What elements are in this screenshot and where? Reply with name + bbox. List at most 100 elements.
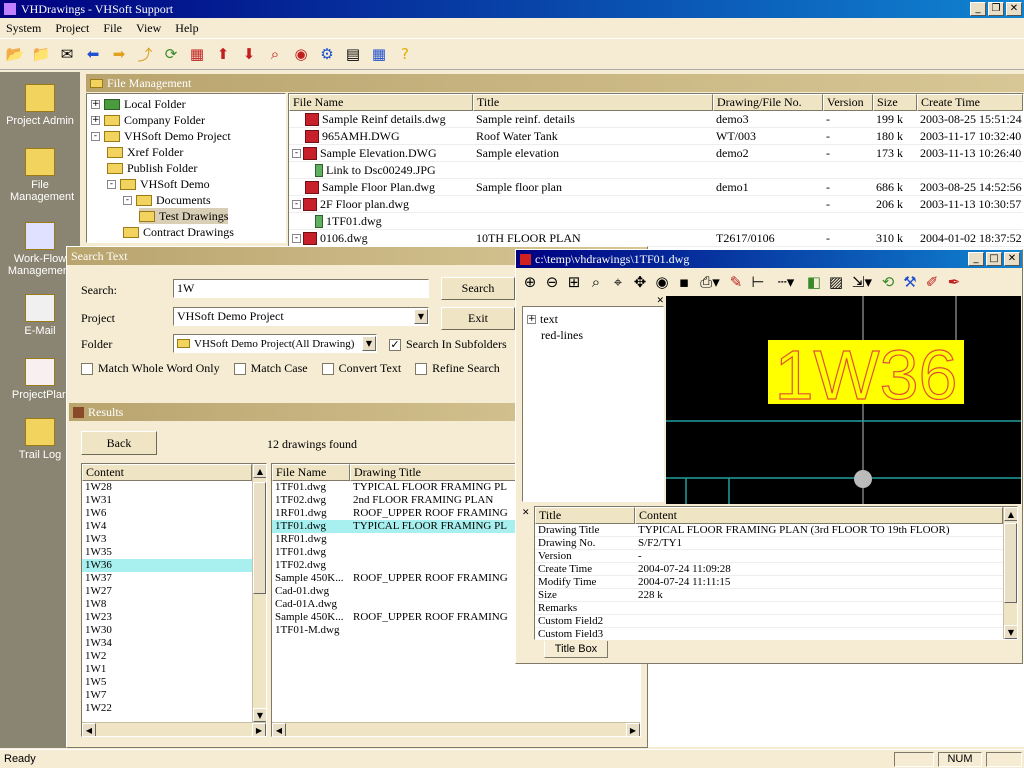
content-item[interactable]: 1W37: [82, 572, 252, 585]
property-row[interactable]: Custom Field3: [535, 628, 1017, 639]
email-icon[interactable]: ✉: [56, 43, 78, 65]
content-item[interactable]: 1W36: [82, 559, 252, 572]
col-prop-content[interactable]: Content: [635, 507, 1003, 524]
col-version[interactable]: Version: [823, 94, 873, 111]
subfolders-checkbox[interactable]: ✓ Search In Subfolders: [389, 337, 507, 352]
file-row[interactable]: - 0106.dwg 10TH FLOOR PLAN T2617/0106 - 310 k…: [289, 230, 1023, 247]
viewer-title-bar[interactable]: c:\temp\vhdrawings\1TF01.dwg _ □ ✕: [516, 250, 1022, 268]
tab-title-box[interactable]: Title Box: [544, 641, 608, 658]
refresh-icon[interactable]: ⟳: [160, 43, 182, 65]
content-item[interactable]: 1W34: [82, 637, 252, 650]
col-title[interactable]: Title: [473, 94, 713, 111]
menu-system[interactable]: System: [6, 21, 41, 36]
content-hscrollbar[interactable]: ◀ ▶: [82, 722, 266, 736]
layer-icon[interactable]: ◧: [804, 271, 824, 293]
tree-item[interactable]: - VHSoft Demo Project: [91, 128, 231, 144]
maximize-icon[interactable]: □: [986, 252, 1002, 266]
find-icon[interactable]: ⌕: [264, 43, 286, 65]
col-size[interactable]: Size: [873, 94, 917, 111]
file-row[interactable]: Sample Reinf details.dwg Sample reinf. de…: [289, 111, 1023, 128]
menu-file[interactable]: File: [103, 21, 122, 36]
tools-icon[interactable]: ⚒: [900, 271, 920, 293]
measure-icon[interactable]: ⊢: [748, 271, 768, 293]
scroll-thumb[interactable]: [1004, 523, 1017, 603]
exit-button[interactable]: Exit: [441, 307, 515, 330]
open-file-icon[interactable]: 📁: [30, 43, 52, 65]
scroll-thumb[interactable]: [253, 482, 266, 594]
panel-close-icon[interactable]: ✕: [522, 508, 530, 518]
scroll-right-icon[interactable]: ▶: [626, 723, 640, 736]
minimize-icon[interactable]: _: [970, 2, 986, 16]
markup-icon[interactable]: ✎: [726, 271, 746, 293]
property-row[interactable]: Drawing No. S/F2/TY1: [535, 537, 1017, 550]
scroll-left-icon[interactable]: ◀: [272, 723, 286, 736]
property-row[interactable]: Remarks: [535, 602, 1017, 615]
scroll-up-icon[interactable]: ▲: [253, 464, 266, 478]
pan-icon[interactable]: ✥: [630, 271, 650, 293]
nav-file-management[interactable]: File Management: [0, 148, 80, 203]
property-row[interactable]: Size 228 k: [535, 589, 1017, 602]
layer-text[interactable]: + text: [527, 311, 558, 327]
line-style-icon[interactable]: ┄▾: [770, 271, 802, 293]
help-icon[interactable]: ?: [394, 43, 416, 65]
folder-select[interactable]: VHSoft Demo Project(All Drawing) ▼: [173, 334, 377, 353]
check-out-icon[interactable]: ⬇: [238, 43, 260, 65]
tree-item[interactable]: Publish Folder: [107, 160, 197, 176]
pen-icon[interactable]: ✒: [944, 271, 964, 293]
results-hscrollbar[interactable]: ◀ ▶: [272, 722, 640, 736]
content-item[interactable]: 1W28: [82, 481, 252, 494]
back-button[interactable]: Back: [81, 431, 157, 455]
tree-item[interactable]: Contract Drawings: [123, 224, 234, 240]
content-item[interactable]: 1W31: [82, 494, 252, 507]
option-match-case[interactable]: Match Case: [233, 361, 308, 376]
content-item[interactable]: 1W7: [82, 689, 252, 702]
rotate-icon[interactable]: ⟲: [878, 271, 898, 293]
minimize-icon[interactable]: _: [968, 252, 984, 266]
project-select[interactable]: VHSoft Demo Project ▼: [173, 307, 429, 326]
content-item[interactable]: 1W27: [82, 585, 252, 598]
content-item[interactable]: 1W23: [82, 611, 252, 624]
scroll-down-icon[interactable]: ▼: [1004, 625, 1017, 639]
property-row[interactable]: Create Time 2004-07-24 11:09:28: [535, 563, 1017, 576]
col-result-file-name[interactable]: File Name: [272, 464, 350, 481]
redline-icon[interactable]: ✐: [922, 271, 942, 293]
menu-project[interactable]: Project: [55, 21, 89, 36]
eye-icon[interactable]: ◉: [652, 271, 672, 293]
property-row[interactable]: Modify Time 2004-07-24 11:11:15: [535, 576, 1017, 589]
file-row[interactable]: Sample Floor Plan.dwg Sample floor plan de…: [289, 179, 1023, 196]
content-item[interactable]: 1W30: [82, 624, 252, 637]
collapse-icon[interactable]: -: [292, 199, 301, 209]
restore-icon[interactable]: ❐: [988, 2, 1004, 16]
property-row[interactable]: Custom Field2: [535, 615, 1017, 628]
properties-scrollbar[interactable]: ▲ ▼: [1003, 507, 1017, 639]
col-prop-title[interactable]: Title: [535, 507, 635, 524]
settings-icon[interactable]: ⚙: [316, 43, 338, 65]
file-row[interactable]: - 2F Floor plan.dwg - 206 k 2003-11-13 10:30…: [289, 196, 1023, 213]
collapse-icon[interactable]: -: [123, 195, 132, 205]
col-file-name[interactable]: File Name: [289, 94, 473, 111]
file-row[interactable]: - Sample Elevation.DWG Sample elevation dem…: [289, 145, 1023, 162]
content-item[interactable]: 1W4: [82, 520, 252, 533]
content-item[interactable]: 1W2: [82, 650, 252, 663]
content-item[interactable]: 1W8: [82, 598, 252, 611]
content-scrollbar[interactable]: ▲ ▼: [252, 464, 266, 722]
tree-item[interactable]: + Company Folder: [91, 112, 205, 128]
nav-project-admin[interactable]: Project Admin: [0, 84, 80, 127]
col-content[interactable]: Content: [82, 464, 252, 481]
property-row[interactable]: Drawing Title TYPICAL FLOOR FRAMING PLAN …: [535, 524, 1017, 537]
drawing-canvas[interactable]: 1W36: [666, 296, 1021, 504]
zoom-extents-icon[interactable]: ⌕: [586, 271, 606, 293]
open-folder-icon[interactable]: 📂: [4, 43, 26, 65]
chevron-down-icon[interactable]: ▼: [362, 336, 376, 351]
zoom-in-icon[interactable]: ⊕: [520, 271, 540, 293]
option-match-whole-word[interactable]: Match Whole Word Only: [81, 361, 220, 376]
search-input[interactable]: 1W: [173, 279, 429, 298]
zoom-window-icon[interactable]: ⊞: [564, 271, 584, 293]
chevron-down-icon[interactable]: ▼: [414, 309, 428, 324]
collapse-icon[interactable]: -: [292, 233, 301, 243]
content-item[interactable]: 1W6: [82, 507, 252, 520]
tree-item[interactable]: Test Drawings: [139, 208, 229, 224]
scroll-down-icon[interactable]: ▼: [253, 708, 266, 722]
collapse-icon[interactable]: -: [107, 179, 116, 189]
document-icon[interactable]: ▤: [342, 43, 364, 65]
